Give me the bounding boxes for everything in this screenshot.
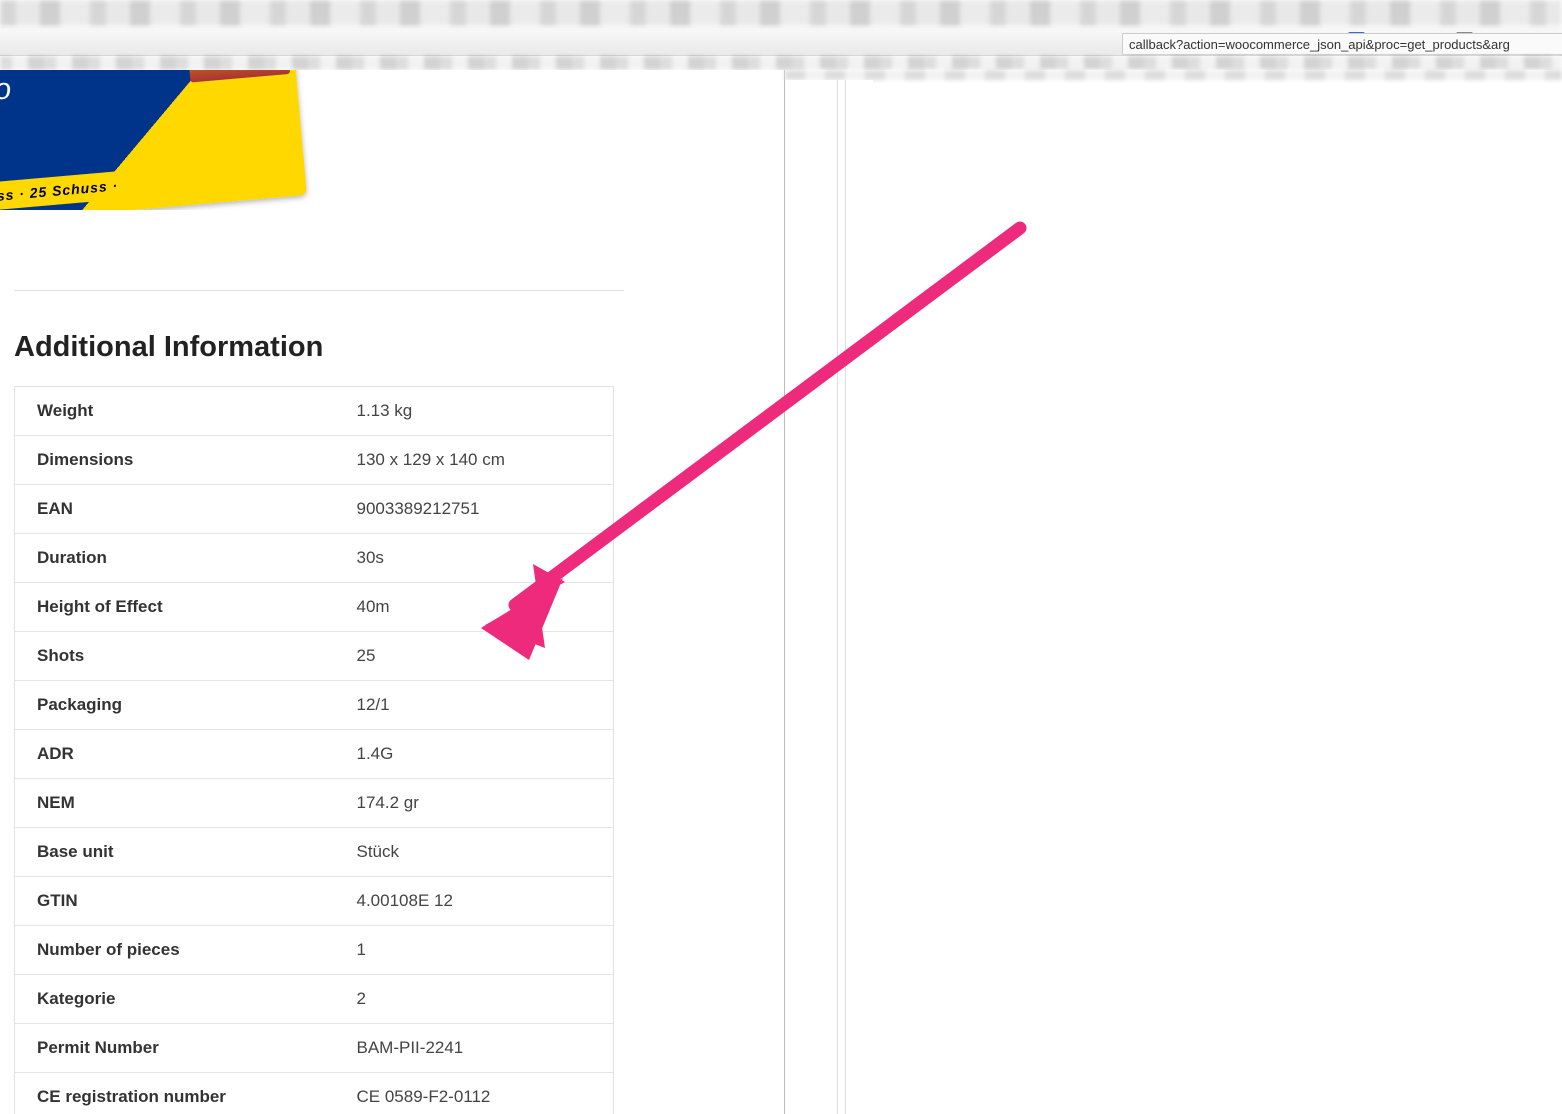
table-row: ADR1.4G (15, 730, 614, 779)
attribute-value: Stück (335, 828, 614, 877)
attribute-label: Packaging (15, 681, 335, 730)
attribute-value: 1.4G (335, 730, 614, 779)
table-row: EAN9003389212751 (15, 485, 614, 534)
attribute-value: 130 x 129 x 140 cm (335, 436, 614, 485)
table-row: NEM174.2 gr (15, 779, 614, 828)
attribute-label: Kategorie (15, 975, 335, 1024)
table-row: Shots25 (15, 632, 614, 681)
additional-information-heading: Additional Information (14, 331, 770, 364)
attribute-label: NEM (15, 779, 335, 828)
attribute-label: Base unit (15, 828, 335, 877)
table-row: Weight1.13 kg (15, 387, 614, 436)
attribute-label: EAN (15, 485, 335, 534)
attribute-value: 9003389212751 (335, 485, 614, 534)
os-menubar-blurred (0, 0, 1562, 26)
attribute-value: 1.13 kg (335, 387, 614, 436)
attribute-label: Dimensions (15, 436, 335, 485)
attribute-label: Weight (15, 387, 335, 436)
attribute-value: 2 (335, 975, 614, 1024)
attribute-value: 12/1 (335, 681, 614, 730)
table-row: Number of pieces1 (15, 926, 614, 975)
attribute-value: 174.2 gr (335, 779, 614, 828)
table-row: CE registration numberCE 0589-F2-0112 (15, 1073, 614, 1114)
attribute-value: 4.00108E 12 (335, 877, 614, 926)
json-inspector-pane (784, 70, 1562, 1114)
attribute-label: ADR (15, 730, 335, 779)
product-page-pane: Bo LIEBEN PYROTECHNIK huss · 25 Schuss ·… (0, 70, 784, 1114)
table-row: Kategorie2 (15, 975, 614, 1024)
address-text: callback?action=woocommerce_json_api&pro… (1129, 37, 1510, 52)
attribute-label: Duration (15, 534, 335, 583)
json-tree-content[interactable] (873, 80, 1562, 1114)
product-image: Bo LIEBEN PYROTECHNIK huss · 25 Schuss · (0, 70, 784, 210)
table-row: Permit NumberBAM-PII-2241 (15, 1024, 614, 1073)
table-row: Duration30s (15, 534, 614, 583)
attributes-table: Weight1.13 kgDimensions130 x 129 x 140 c… (14, 386, 614, 1114)
table-row: GTIN4.00108E 12 (15, 877, 614, 926)
attribute-label: Number of pieces (15, 926, 335, 975)
attribute-value: 25 (335, 632, 614, 681)
attribute-label: Height of Effect (15, 583, 335, 632)
attribute-value: 1 (335, 926, 614, 975)
address-bar[interactable]: callback?action=woocommerce_json_api&pro… (1122, 33, 1562, 55)
table-row: Packaging12/1 (15, 681, 614, 730)
attribute-label: GTIN (15, 877, 335, 926)
table-row: Base unitStück (15, 828, 614, 877)
attribute-label: Shots (15, 632, 335, 681)
table-row: Dimensions130 x 129 x 140 cm (15, 436, 614, 485)
section-divider (14, 290, 624, 291)
attribute-value: 40m (335, 583, 614, 632)
attribute-label: Permit Number (15, 1024, 335, 1073)
inspector-tabs-blurred (785, 70, 1562, 80)
attribute-value: CE 0589-F2-0112 (335, 1073, 614, 1114)
attribute-label: CE registration number (15, 1073, 335, 1114)
table-row: Height of Effect40m (15, 583, 614, 632)
attribute-value: 30s (335, 534, 614, 583)
bookmarks-bar-blurred (0, 56, 1562, 70)
attribute-value: BAM-PII-2241 (335, 1024, 614, 1073)
json-tree-gutter (785, 80, 873, 1114)
